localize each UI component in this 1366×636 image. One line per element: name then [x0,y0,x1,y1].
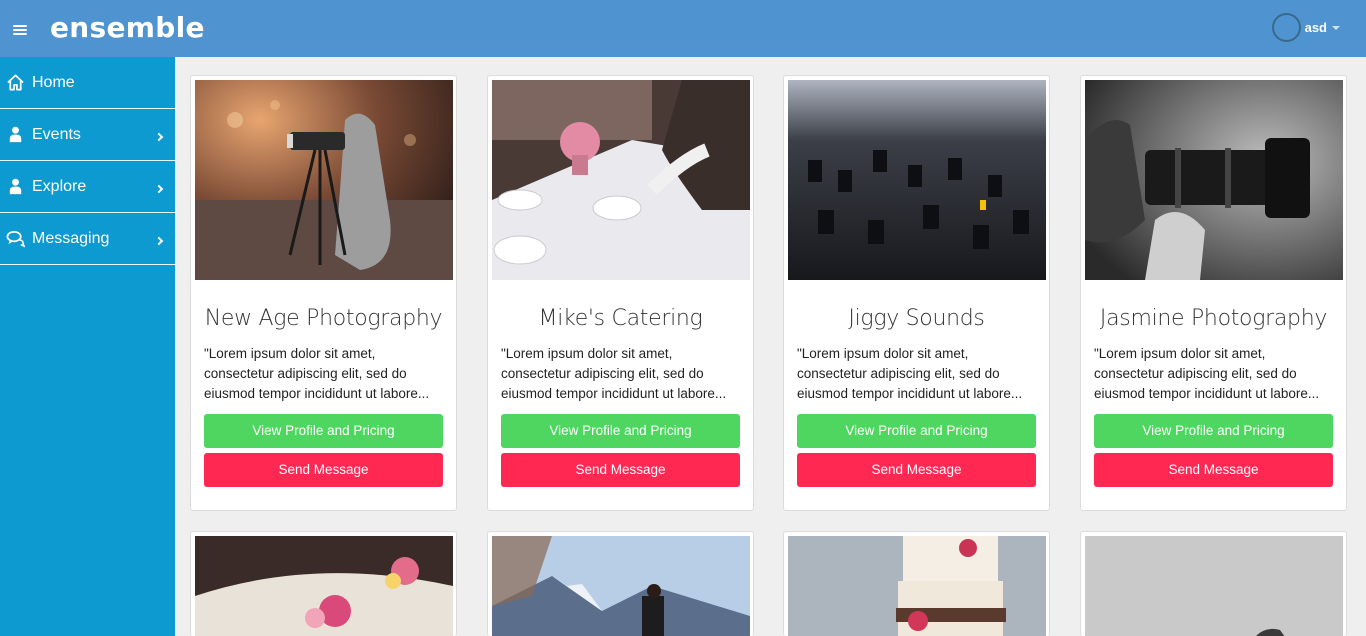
card-title: New Age Photography [204,306,443,331]
card-image[interactable] [788,80,1046,280]
caret-down-icon[interactable] [1332,26,1340,30]
vendor-card: New Age Photography "Lorem ipsum dolor s… [190,75,457,511]
sidebar-item-label: Messaging [32,229,110,247]
sidebar-item-label: Explore [32,177,87,195]
card-description: "Lorem ipsum dolor sit amet, consectetur… [204,346,430,401]
chat-icon [6,230,25,248]
vendor-card: Jasmine Photography "Lorem ipsum dolor s… [1080,75,1347,511]
card-image[interactable] [195,536,453,636]
vendor-card [783,531,1050,636]
card-image[interactable] [1085,80,1343,280]
card-description: "Lorem ipsum dolor sit amet, consectetur… [1094,346,1320,401]
card-image[interactable] [195,80,453,280]
view-profile-button[interactable]: View Profile and Pricing [204,414,443,448]
top-bar: ensemble asd [0,0,1366,57]
send-message-button[interactable]: Send Message [1094,453,1333,487]
send-message-button[interactable]: Send Message [204,453,443,487]
brand-logo[interactable]: ensemble [50,10,205,46]
sidebar-item-home[interactable]: Home [0,57,175,109]
sidebar-item-label: Home [32,73,75,91]
chevron-right-icon [154,132,164,142]
card-image[interactable] [1085,536,1343,636]
card-image[interactable] [492,80,750,280]
sidebar-item-label: Events [32,125,81,143]
view-profile-button[interactable]: View Profile and Pricing [501,414,740,448]
user-icon [9,178,22,195]
sidebar-item-messaging[interactable]: Messaging [0,213,175,265]
card-description: "Lorem ipsum dolor sit amet, consectetur… [501,346,727,401]
user-menu[interactable]: asd [1271,13,1340,42]
vendor-card [190,531,457,636]
card-image[interactable] [788,536,1046,636]
vendor-card [1080,531,1347,636]
chevron-right-icon [154,184,164,194]
card-title: Jiggy Sounds [848,306,985,331]
home-icon [7,74,24,91]
sidebar-item-explore[interactable]: Explore [0,161,175,213]
card-title: Jasmine Photography [1099,306,1328,331]
send-message-button[interactable]: Send Message [501,453,740,487]
username[interactable]: asd [1305,20,1327,35]
vendor-card: Jiggy Sounds "Lorem ipsum dolor sit amet… [783,75,1050,511]
avatar[interactable] [1271,13,1301,42]
sidebar-item-events[interactable]: Events [0,109,175,161]
vendor-card [487,531,754,636]
vendor-card: Mike's Catering "Lorem ipsum dolor sit a… [487,75,754,511]
user-icon [9,126,22,143]
menu-icon[interactable] [13,25,27,35]
sidebar: Home Events Explore Messaging [0,57,175,636]
card-image[interactable] [492,536,750,636]
card-description: "Lorem ipsum dolor sit amet, consectetur… [797,346,1023,401]
card-title: Mike's Catering [538,306,703,331]
view-profile-button[interactable]: View Profile and Pricing [1094,414,1333,448]
send-message-button[interactable]: Send Message [797,453,1036,487]
chevron-right-icon [154,236,164,246]
view-profile-button[interactable]: View Profile and Pricing [797,414,1036,448]
